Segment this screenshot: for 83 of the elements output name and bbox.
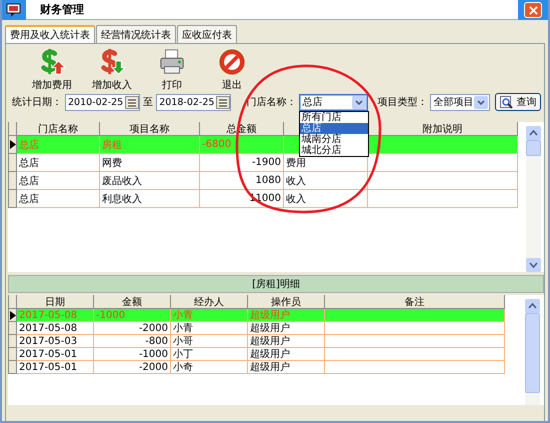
table-cell: 2017-05-08 — [17, 309, 94, 322]
table-cell: 收入 — [284, 172, 368, 190]
table-cell: 2017-05-03 — [17, 335, 94, 348]
table-cell: 超级用户 — [248, 309, 325, 322]
column-header: 金额 — [94, 295, 171, 309]
table-cell: 小丁 — [171, 348, 248, 361]
vertical-scrollbar[interactable] — [526, 126, 541, 272]
scroll-up-icon[interactable] — [525, 299, 540, 313]
row-selector[interactable] — [8, 309, 17, 322]
row-selector[interactable] — [8, 136, 17, 154]
store-dropdown[interactable]: 总店 — [299, 94, 368, 110]
table-cell: 2017-05-01 — [17, 361, 94, 374]
scrollbar-thumb[interactable] — [526, 140, 541, 156]
toolbar-button[interactable]: 增加费用 — [28, 48, 76, 92]
table-cell: 总店 — [17, 172, 100, 190]
date-field[interactable]: 2010-02-25 — [65, 94, 140, 110]
column-header: 项目名称 — [100, 122, 200, 136]
prohibited-icon — [217, 48, 247, 76]
calendar-icon[interactable] — [216, 96, 230, 108]
table-cell: 超级用户 — [248, 322, 325, 335]
table-cell: -6800 — [200, 136, 284, 154]
to-label: 至 — [143, 96, 154, 109]
table-cell: 小青 — [171, 322, 248, 335]
table-cell: -1900 — [200, 154, 284, 172]
table-cell: 2017-05-01 — [17, 348, 94, 361]
table-cell: 2017-05-08 — [17, 322, 94, 335]
corner-cell — [8, 122, 17, 136]
table-cell: 房租 — [100, 136, 200, 154]
calendar-icon[interactable] — [125, 96, 140, 108]
table-cell: -2000 — [94, 361, 171, 374]
tab[interactable]: 应收应付表 — [177, 25, 237, 43]
dropdown-option[interactable]: 总店 — [300, 122, 368, 134]
vertical-scrollbar[interactable] — [525, 299, 540, 405]
date-field[interactable]: 2018-02-25 — [156, 94, 232, 110]
table-cell: 费用 — [284, 154, 368, 172]
column-header: 操作员 — [248, 295, 325, 309]
table-cell: 超级用户 — [248, 335, 325, 348]
tab[interactable]: 经营情况统计表 — [96, 25, 176, 43]
dropdown-option[interactable]: 城北分店 — [300, 144, 368, 156]
table-cell: 小青 — [171, 309, 248, 322]
query-button[interactable]: 查询 — [495, 93, 542, 111]
column-header: 经办人 — [171, 295, 248, 309]
toolbar-button[interactable]: 增加收入 — [88, 48, 136, 92]
scrollbar-thumb[interactable] — [525, 313, 540, 393]
table-cell: -1000 — [94, 348, 171, 361]
search-icon — [500, 96, 514, 108]
table-cell: -1000 — [94, 309, 171, 322]
row-pointer-icon — [10, 310, 16, 320]
close-button[interactable] — [524, 2, 542, 18]
scroll-up-icon[interactable] — [526, 126, 541, 140]
table-cell: -2000 — [94, 322, 171, 335]
table-cell: 废品收入 — [100, 172, 200, 190]
table-cell: 小奇 — [171, 361, 248, 374]
corner-cell — [8, 295, 17, 309]
table-cell: 总店 — [17, 154, 100, 172]
table-cell: 总店 — [17, 190, 100, 208]
column-header: 日期 — [17, 295, 94, 309]
column-header: 附加说明 — [368, 122, 518, 136]
table-cell: 利息收入 — [100, 190, 200, 208]
column-header: 门店名称 — [17, 122, 100, 136]
date-label: 统计日期： — [12, 96, 62, 109]
close-icon — [528, 6, 538, 14]
table-cell: 网费 — [100, 154, 200, 172]
table-cell: 小哥 — [171, 335, 248, 348]
table-cell: 总店 — [17, 136, 100, 154]
type-label: 项目类型： — [377, 96, 428, 109]
toolbar-button[interactable]: 打印 — [148, 48, 196, 92]
tab[interactable]: 费用及收入统计表 — [5, 25, 95, 43]
column-header: 备注 — [325, 295, 505, 309]
detail-title: [房租]明细 — [8, 275, 544, 293]
window-title: 财务管理 — [40, 2, 84, 17]
dropdown-option[interactable]: 所有门店 — [300, 112, 368, 122]
scroll-down-icon[interactable] — [526, 258, 541, 272]
app-icon — [6, 2, 22, 18]
dropdown-option[interactable]: 城南分店 — [300, 134, 368, 144]
type-dropdown[interactable]: 全部项目 — [430, 94, 490, 110]
row-pointer-icon — [10, 140, 16, 149]
table-cell: 1080 — [200, 172, 284, 190]
table-cell: -800 — [94, 335, 171, 348]
toolbar-button[interactable]: 退出 — [208, 48, 256, 92]
table-cell: 超级用户 — [248, 361, 325, 374]
table-cell: 收入 — [284, 190, 368, 208]
table-cell: 超级用户 — [248, 348, 325, 361]
